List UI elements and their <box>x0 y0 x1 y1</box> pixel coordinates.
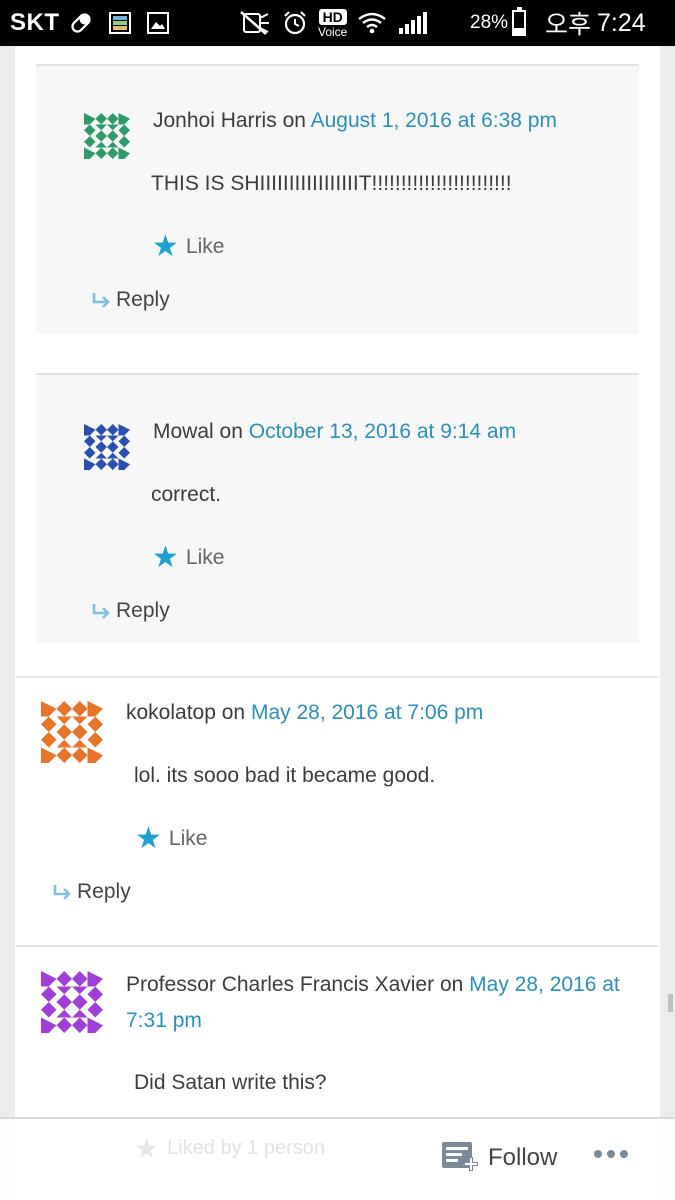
comment-text: correct. <box>151 483 222 506</box>
follow-reader-icon <box>442 1142 478 1171</box>
comment-date-link[interactable]: October 13, 2016 at 9:14 am <box>249 420 516 443</box>
reply-button[interactable]: Reply <box>90 288 170 312</box>
capsule-icon <box>71 13 91 33</box>
carrier-label: SKT <box>10 9 60 36</box>
reply-button[interactable]: Reply <box>90 599 170 623</box>
bottom-action-bar <box>0 1117 675 1200</box>
system-icons: HD Voice <box>238 0 429 46</box>
reply-arrow-icon <box>53 885 71 900</box>
identicon-image <box>41 701 103 763</box>
comment-date-link[interactable]: May 28, 2016 at 7:06 pm <box>251 701 483 724</box>
liked-by-faded: ★ Liked by 1 person <box>134 1132 325 1165</box>
reply-arrow-icon <box>92 604 110 619</box>
on-label: on <box>219 420 243 443</box>
on-label: on <box>221 701 246 724</box>
clock-ampm: 오후 <box>545 11 592 39</box>
comment-meta: Jonhoi Harris on August 1, 2016 at 6:38 … <box>153 103 557 139</box>
scroll-indicator[interactable] <box>668 994 673 1012</box>
wifi-icon <box>358 12 387 34</box>
identicon-image <box>41 971 103 1033</box>
battery-percent: 28% <box>470 12 509 33</box>
star-icon: ★ <box>135 822 162 855</box>
signal-icon <box>399 12 428 34</box>
comment-divider <box>16 945 658 947</box>
like-label: Like <box>185 546 225 569</box>
comment-text: lol. its sooo bad it became good. <box>134 764 436 787</box>
comment-text: Did Satan write this? <box>134 1071 327 1094</box>
comment-divider <box>16 676 658 678</box>
gallery-icon <box>147 12 169 34</box>
avatar[interactable] <box>84 113 130 159</box>
app-grid-icon <box>109 12 131 34</box>
star-icon: ★ <box>152 541 179 574</box>
star-icon: ★ <box>134 1133 160 1164</box>
on-label: on <box>282 109 306 132</box>
on-label: on <box>439 973 464 996</box>
follow-button[interactable]: Follow <box>440 1140 557 1176</box>
comment-author[interactable]: Mowal <box>153 420 214 443</box>
comment-meta: kokolatop on May 28, 2016 at 7:06 pm <box>126 695 483 731</box>
battery-icon <box>512 7 527 36</box>
reply-arrow-icon <box>92 293 110 308</box>
comment-date-link[interactable]: August 1, 2016 at 6:38 pm <box>311 109 557 132</box>
like-label: Like <box>185 235 225 258</box>
avatar[interactable] <box>41 701 103 763</box>
comment-author[interactable]: Professor Charles Francis Xavier <box>126 973 434 996</box>
battery-status: 28% <box>470 0 527 46</box>
like-button[interactable]: ★ Like <box>152 232 224 262</box>
identicon-image <box>84 424 130 470</box>
comment-author[interactable]: Jonhoi Harris <box>153 109 277 132</box>
clock: 오후 7:24 <box>545 0 646 46</box>
reply-label: Reply <box>116 288 170 311</box>
like-label: Like <box>168 827 208 850</box>
more-options-icon[interactable] <box>594 1150 628 1158</box>
comment-author[interactable]: kokolatop <box>126 701 216 724</box>
identicon-image <box>84 113 130 159</box>
status-bar: SKT HD Voice 28% 오후 7:24 <box>0 0 675 46</box>
alarm-icon <box>284 11 306 35</box>
star-icon: ★ <box>152 230 179 263</box>
mute-icon <box>240 11 269 35</box>
like-button[interactable]: ★ Like <box>135 824 207 854</box>
follow-label: Follow <box>488 1144 558 1171</box>
clock-time: 7:24 <box>597 8 646 37</box>
comment-meta: Professor Charles Francis Xavier on May … <box>126 967 626 1039</box>
comment-meta: Mowal on October 13, 2016 at 9:14 am <box>153 414 516 450</box>
reply-button[interactable]: Reply <box>51 880 131 904</box>
comment-text: THIS IS SHIIIIIIIIIIIIIIIIIT!!!!!!!!!!!!… <box>151 172 512 195</box>
reply-label: Reply <box>77 880 131 903</box>
avatar[interactable] <box>41 971 103 1033</box>
liked-by-text: Liked by 1 person <box>167 1137 325 1159</box>
reply-label: Reply <box>116 599 170 622</box>
hd-voice-icon: HD Voice <box>318 8 348 39</box>
notification-icons <box>68 0 170 46</box>
avatar[interactable] <box>84 424 130 470</box>
like-button[interactable]: ★ Like <box>152 543 224 573</box>
